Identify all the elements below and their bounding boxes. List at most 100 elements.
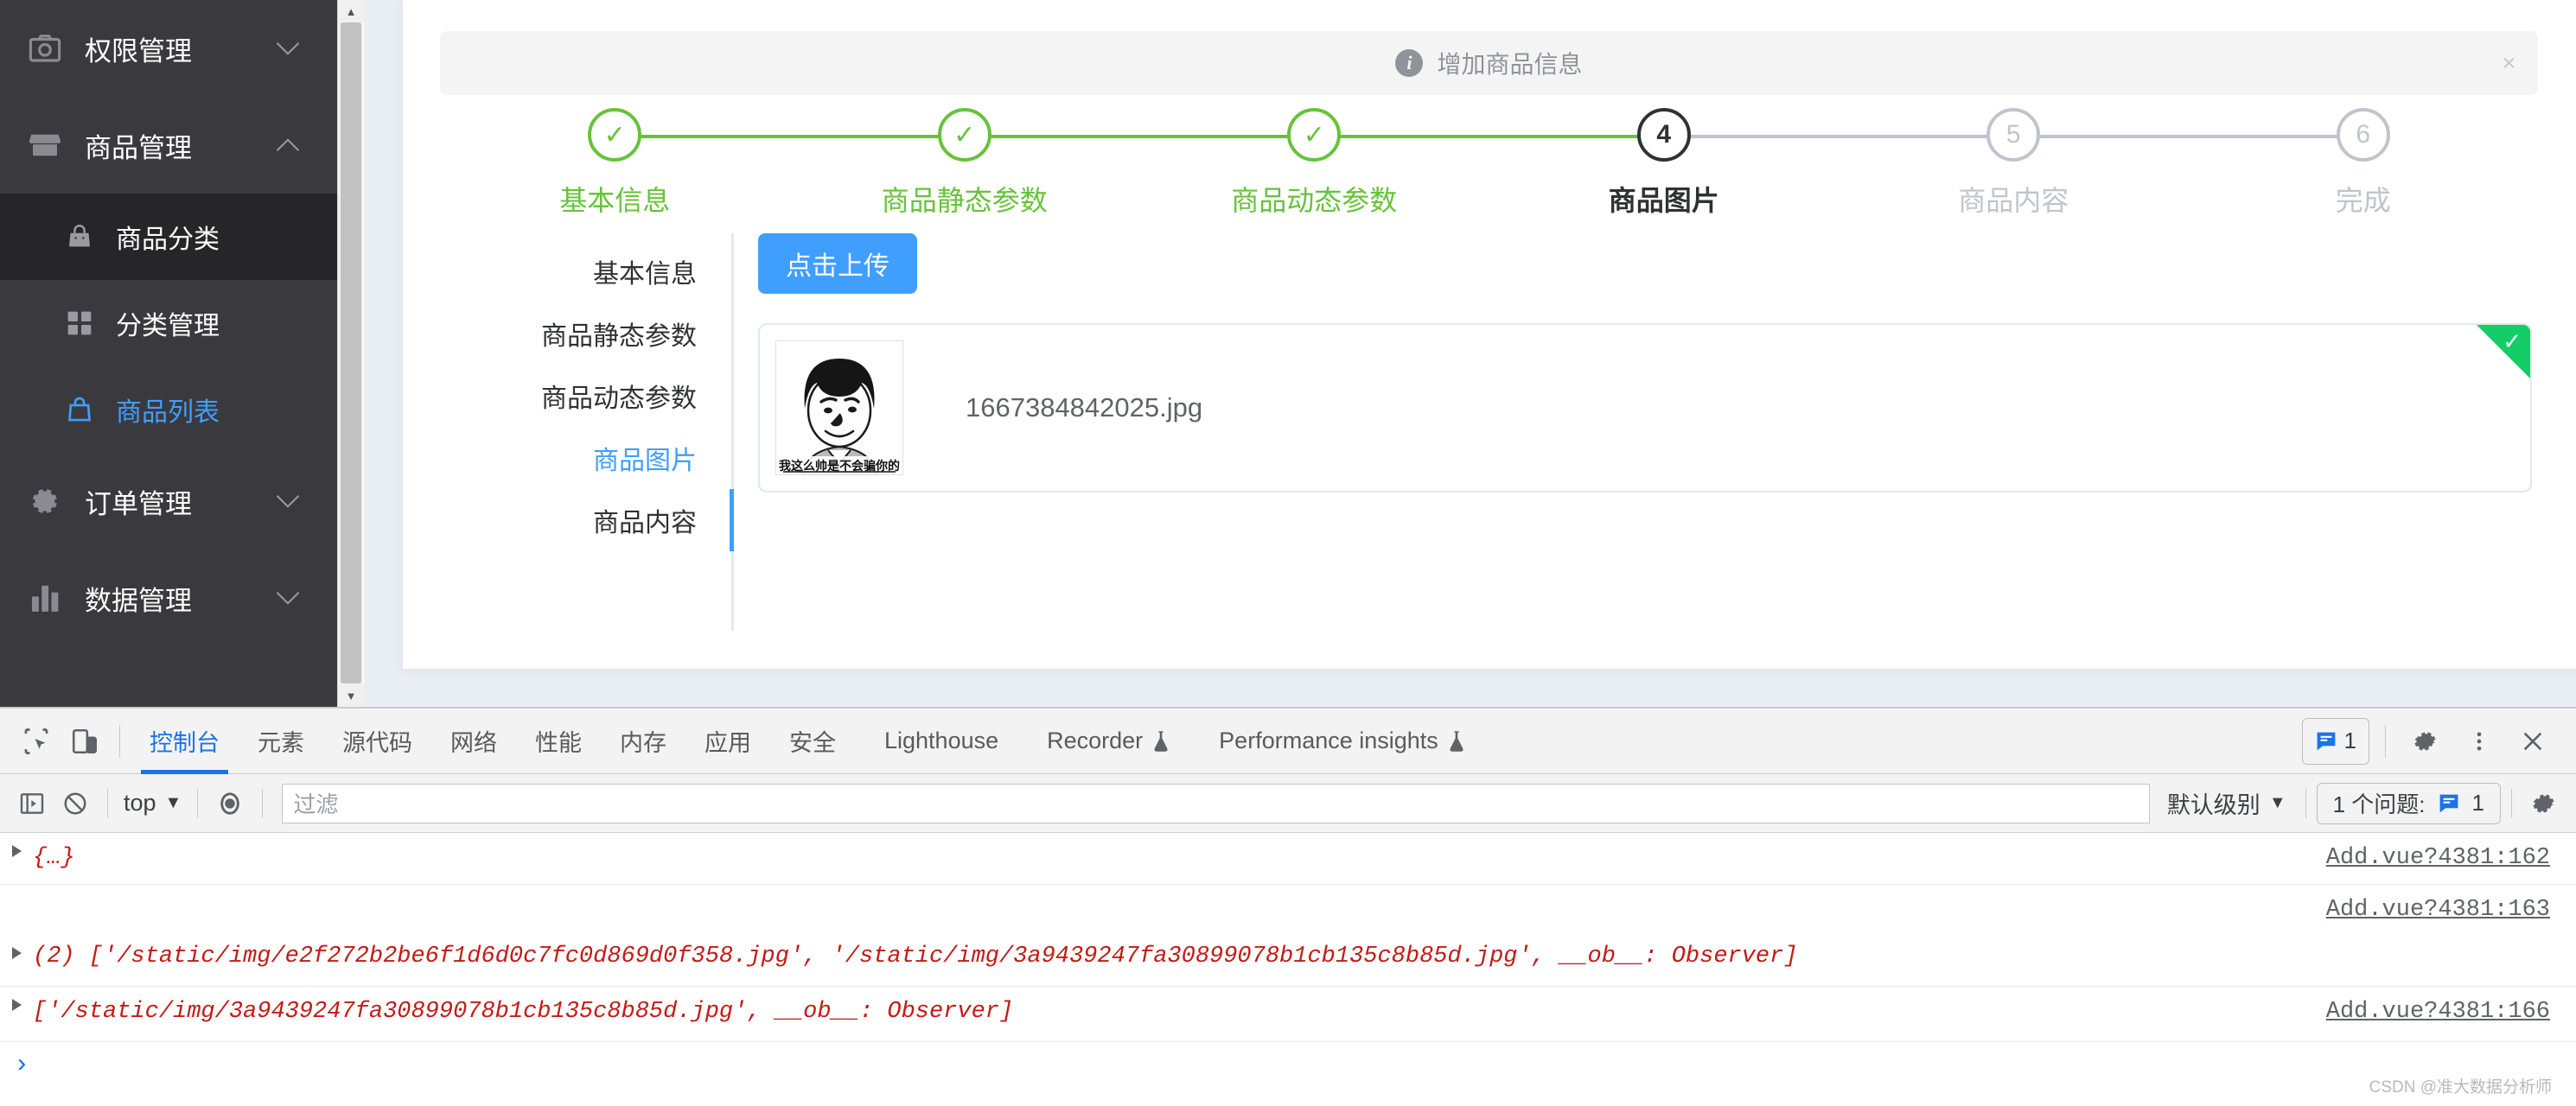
log-level-selector[interactable]: 默认级别 ▼ xyxy=(2158,786,2295,820)
scroll-down-arrow-icon[interactable]: ▼ xyxy=(338,684,364,707)
tab-static-params[interactable]: 商品静态参数 xyxy=(440,302,731,365)
tab-performance-insights[interactable]: Performance insights xyxy=(1189,709,1485,774)
tab-application[interactable]: 应用 xyxy=(685,709,770,774)
chevron-up-icon xyxy=(275,137,301,153)
device-toolbar-icon[interactable] xyxy=(61,717,109,766)
step-3[interactable]: ✓ 商品动态参数 xyxy=(1139,108,1664,220)
expand-arrow-icon[interactable] xyxy=(12,845,22,857)
tab-product-content[interactable]: 商品内容 xyxy=(440,489,731,551)
step-4[interactable]: 4 商品图片 xyxy=(1489,108,2014,220)
clear-console-icon[interactable] xyxy=(54,782,97,825)
log-level-label: 默认级别 xyxy=(2166,792,2260,818)
console-output[interactable]: {…} Add.vue?4381:162 Add.vue?4381:163 (2… xyxy=(0,833,2576,1106)
step-title: 完成 xyxy=(2335,185,2391,216)
issue-count: 1 xyxy=(2343,728,2356,753)
check-icon: ✓ xyxy=(2503,328,2522,354)
expand-arrow-icon[interactable] xyxy=(12,947,22,959)
tab-sources[interactable]: 源代码 xyxy=(323,709,431,774)
scrollbar-thumb[interactable] xyxy=(341,22,361,683)
chevron-down-icon: ▼ xyxy=(2268,793,2286,812)
file-thumbnail[interactable]: 我这么帅是不会骗你的 xyxy=(775,340,903,475)
tab-security[interactable]: 安全 xyxy=(770,709,855,774)
upload-panel: 点击上传 我这么帅是不会骗你的 1667384842025.jpg ✓ xyxy=(734,233,2538,631)
tab-recorder[interactable]: Recorder xyxy=(1017,709,1189,774)
tab-lighthouse[interactable]: Lighthouse xyxy=(855,709,1017,774)
tab-label: Lighthouse xyxy=(884,728,999,753)
log-source-link[interactable]: Add.vue?4381:163 xyxy=(2326,893,2550,928)
tab-label: 控制台 xyxy=(150,730,220,756)
tab-performance[interactable]: 性能 xyxy=(516,709,601,774)
inspect-icon[interactable] xyxy=(12,717,61,766)
sidebar-group-order[interactable]: 订单管理 xyxy=(0,453,337,550)
tab-elements[interactable]: 元素 xyxy=(239,709,323,774)
issue-message-icon xyxy=(2315,730,2337,753)
console-prompt[interactable]: › xyxy=(0,1042,2576,1089)
console-row[interactable]: {…} Add.vue?4381:162 xyxy=(0,833,2576,885)
tab-label: 内存 xyxy=(620,730,666,756)
close-icon[interactable] xyxy=(2509,717,2557,766)
tab-label: Recorder xyxy=(1047,728,1144,753)
tab-network[interactable]: 网络 xyxy=(431,709,516,774)
sidebar-group-data[interactable]: 数据管理 xyxy=(0,550,337,646)
more-vertical-icon[interactable] xyxy=(2455,717,2503,766)
log-content: {…} xyxy=(33,845,75,871)
step-title: 商品图片 xyxy=(1608,185,1719,216)
tab-label: 应用 xyxy=(705,730,751,756)
sidebar-item-product-list[interactable]: 商品列表 xyxy=(0,366,337,453)
bar-chart-icon xyxy=(24,577,66,619)
filterbar-divider xyxy=(262,788,264,818)
close-icon[interactable]: × xyxy=(2503,50,2515,77)
chevron-down-icon: ▼ xyxy=(164,793,182,812)
scroll-up-arrow-icon[interactable]: ▲ xyxy=(338,0,364,22)
issues-summary[interactable]: 1 个问题: 1 xyxy=(2316,782,2501,824)
sidebar-group-label: 权限管理 xyxy=(85,35,192,67)
devtools-toolbar-right: 1 xyxy=(2301,717,2564,766)
flask-icon xyxy=(1151,730,1170,753)
step-title: 商品静态参数 xyxy=(881,185,1048,216)
eye-icon[interactable] xyxy=(208,782,252,825)
console-row[interactable]: Add.vue?4381:163 (2) ['/static/img/e2f27… xyxy=(0,885,2576,987)
tab-dynamic-params[interactable]: 商品动态参数 xyxy=(440,365,731,427)
tab-label: 源代码 xyxy=(342,730,412,756)
step-6[interactable]: 6 完成 xyxy=(2189,108,2539,220)
grid-icon xyxy=(62,306,97,340)
file-name-label: 1667384842025.jpg xyxy=(966,392,1203,423)
sidebar-group-label: 订单管理 xyxy=(85,488,192,519)
step-title: 商品动态参数 xyxy=(1231,185,1398,216)
expand-arrow-icon[interactable] xyxy=(12,999,22,1011)
log-source-link[interactable]: Add.vue?4381:162 xyxy=(2326,841,2550,876)
log-content: ['/static/img/e2f272b2be6f1d6d0c7fc0d869… xyxy=(88,943,1798,969)
sidebar-group-permission[interactable]: 权限管理 xyxy=(0,0,337,97)
step-5[interactable]: 5 商品内容 xyxy=(1839,108,2363,220)
tab-basic-info[interactable]: 基本信息 xyxy=(440,240,731,302)
tab-label: Performance insights xyxy=(1219,728,1438,753)
log-source-link[interactable]: Add.vue?4381:166 xyxy=(2326,995,2550,1030)
filterbar-divider xyxy=(2511,788,2512,818)
watermark-text: CSDN @准大数据分析师 xyxy=(2369,1078,2552,1096)
step-title: 商品内容 xyxy=(1958,185,2069,216)
filter-input[interactable]: 过滤 xyxy=(282,783,2150,823)
tab-console[interactable]: 控制台 xyxy=(131,709,239,774)
console-sidebar-icon[interactable] xyxy=(10,782,54,825)
sidebar-scrollbar[interactable]: ▲ ▼ xyxy=(337,0,364,707)
step-2[interactable]: ✓ 商品静态参数 xyxy=(790,108,1315,220)
sidebar-group-product[interactable]: 商品管理 xyxy=(0,97,337,194)
upload-button[interactable]: 点击上传 xyxy=(758,233,917,294)
log-content: ['/static/img/3a9439247fa30899078b1cb135… xyxy=(33,999,1014,1025)
issues-badge[interactable]: 1 xyxy=(2301,717,2369,765)
gear-icon[interactable] xyxy=(2522,782,2566,825)
gear-icon[interactable] xyxy=(2401,717,2450,766)
step-1[interactable]: ✓ 基本信息 xyxy=(440,108,965,220)
tab-memory[interactable]: 内存 xyxy=(601,709,685,774)
tab-product-images[interactable]: 商品图片 xyxy=(440,427,731,489)
main-content: i 增加商品信息 × ✓ 基本信息 ✓ 商品静态参数 ✓ 商品动态参数 4 商品… xyxy=(364,0,2576,707)
sidebar-item-product-category[interactable]: 商品分类 xyxy=(0,194,337,280)
info-icon: i xyxy=(1395,49,1424,77)
uploaded-file-item[interactable]: 我这么帅是不会骗你的 1667384842025.jpg ✓ xyxy=(758,323,2532,493)
execution-context-selector[interactable]: top ▼ xyxy=(118,790,187,817)
console-row[interactable]: ['/static/img/3a9439247fa30899078b1cb135… xyxy=(0,987,2576,1042)
step-wizard: ✓ 基本信息 ✓ 商品静态参数 ✓ 商品动态参数 4 商品图片 5 商品内容 6… xyxy=(440,108,2538,220)
sidebar-item-category-manage[interactable]: 分类管理 xyxy=(0,280,337,366)
context-label: top xyxy=(124,790,156,816)
console-filterbar: top ▼ 过滤 默认级别 ▼ 1 个问题: 1 xyxy=(0,774,2576,833)
